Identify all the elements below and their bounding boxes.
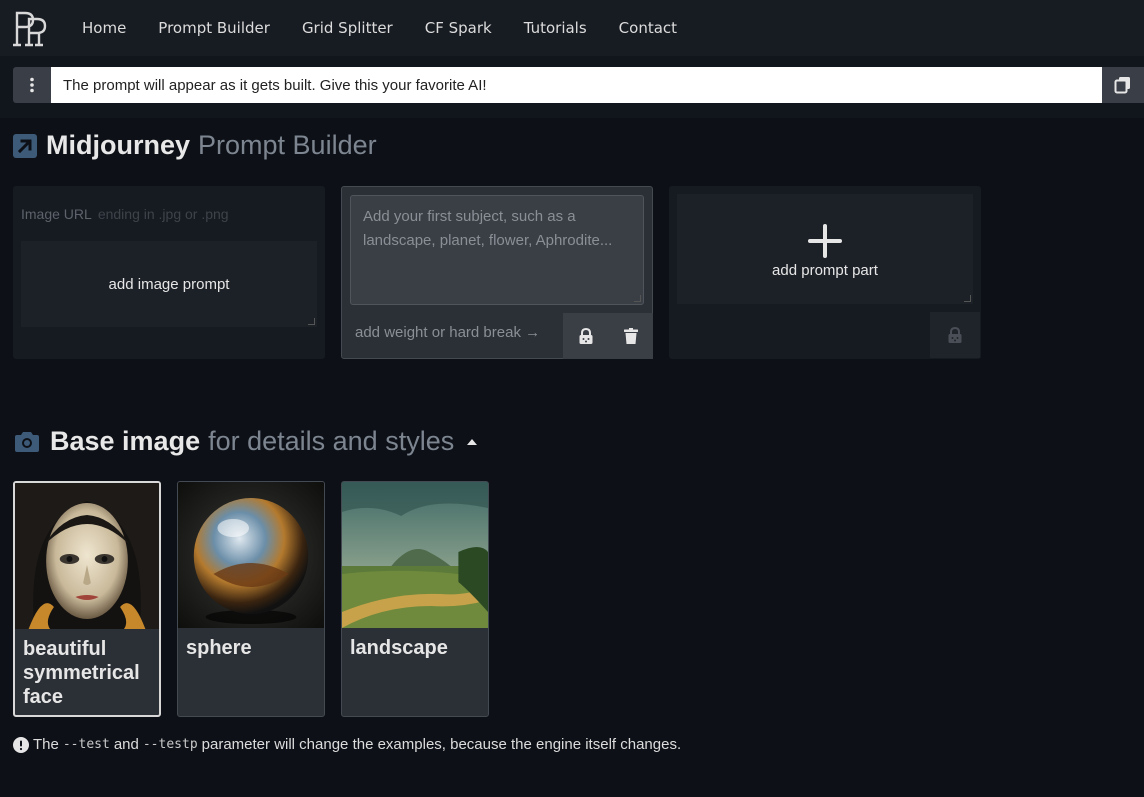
delete-button[interactable] bbox=[608, 313, 653, 359]
add-prompt-part-button[interactable]: add prompt part bbox=[677, 194, 973, 304]
nav-contact[interactable]: Contact bbox=[603, 0, 693, 56]
lock-button[interactable] bbox=[563, 313, 608, 359]
nav-links: Home Prompt Builder Grid Splitter CF Spa… bbox=[66, 0, 693, 56]
builder-title-strong: Midjourney bbox=[46, 130, 191, 160]
note-code-test: --test bbox=[62, 737, 110, 752]
builder-title-muted: Prompt Builder bbox=[198, 130, 377, 160]
base-image-card-landscape[interactable]: landscape bbox=[341, 481, 489, 717]
nav-cf-spark[interactable]: CF Spark bbox=[409, 0, 508, 56]
base-image-card-sphere[interactable]: sphere bbox=[177, 481, 325, 717]
trash-icon bbox=[623, 328, 638, 344]
site-logo[interactable] bbox=[11, 9, 51, 47]
prompt-bar: The prompt will appear as it gets built.… bbox=[0, 56, 1144, 118]
subject-placeholder: Add your first subject, such as a landsc… bbox=[363, 208, 613, 249]
exclamation-circle-icon bbox=[13, 736, 29, 753]
add-weight-link[interactable]: add weight or hard break → bbox=[355, 324, 540, 341]
kebab-menu-icon bbox=[30, 77, 34, 93]
camera-icon bbox=[15, 431, 39, 452]
caret-up-icon[interactable] bbox=[466, 438, 478, 446]
subject-prompt-card: Add your first subject, such as a landsc… bbox=[341, 186, 653, 359]
add-prompt-part-label: add prompt part bbox=[772, 261, 878, 279]
copy-prompt-button[interactable] bbox=[1102, 67, 1144, 103]
base-image-label: sphere bbox=[186, 637, 252, 659]
plus-icon bbox=[808, 223, 842, 258]
note-code-testp: --testp bbox=[142, 737, 198, 752]
nav-tutorials[interactable]: Tutorials bbox=[508, 0, 603, 56]
nav-grid-splitter[interactable]: Grid Splitter bbox=[286, 0, 409, 56]
base-image-card-face[interactable]: beautiful symmetrical face bbox=[13, 481, 161, 717]
add-prompt-part-card: add prompt part bbox=[669, 186, 981, 359]
face-thumbnail bbox=[15, 483, 159, 629]
image-url-label: Image URL bbox=[21, 206, 92, 222]
lock-button-disabled[interactable] bbox=[930, 312, 980, 358]
note-text-pre: The bbox=[33, 736, 59, 753]
base-image-title-muted: for details and styles bbox=[208, 426, 455, 456]
subject-actions bbox=[563, 313, 653, 359]
resize-handle-icon[interactable] bbox=[634, 295, 641, 302]
base-image-title-strong: Base image bbox=[50, 426, 201, 456]
image-url-field[interactable]: Image URL ending in .jpg or .png bbox=[21, 206, 229, 222]
note-text-mid: and bbox=[113, 736, 139, 753]
navbar: Home Prompt Builder Grid Splitter CF Spa… bbox=[0, 0, 1144, 56]
landscape-thumbnail bbox=[342, 482, 488, 628]
base-image-title[interactable]: Base image for details and styles bbox=[13, 426, 478, 457]
image-url-placeholder: ending in .jpg or .png bbox=[97, 206, 229, 222]
lock-icon bbox=[948, 327, 962, 343]
lock-icon bbox=[579, 328, 592, 344]
add-image-prompt-area[interactable]: add image prompt bbox=[21, 241, 317, 327]
nav-prompt-builder[interactable]: Prompt Builder bbox=[142, 0, 286, 56]
note-text-post: parameter will change the examples, beca… bbox=[201, 736, 682, 753]
base-image-label: beautiful symmetrical face bbox=[23, 638, 140, 708]
test-parameter-note: The --test and --testp parameter will ch… bbox=[13, 736, 681, 753]
external-link-icon bbox=[13, 133, 37, 158]
prompt-output-field[interactable]: The prompt will appear as it gets built.… bbox=[51, 67, 1102, 103]
builder-title: Midjourney Prompt Builder bbox=[13, 130, 377, 161]
add-image-prompt-label: add image prompt bbox=[108, 275, 230, 293]
copy-icon bbox=[1114, 77, 1130, 94]
base-image-label: landscape bbox=[350, 637, 448, 659]
image-prompt-card: Image URL ending in .jpg or .png add imag… bbox=[13, 186, 325, 359]
prompt-menu-button[interactable] bbox=[13, 67, 51, 103]
resize-handle-icon[interactable] bbox=[964, 295, 971, 302]
nav-home[interactable]: Home bbox=[66, 0, 142, 56]
sphere-thumbnail bbox=[178, 482, 324, 628]
subject-textarea[interactable]: Add your first subject, such as a landsc… bbox=[350, 195, 644, 305]
resize-handle-icon[interactable] bbox=[308, 318, 315, 325]
